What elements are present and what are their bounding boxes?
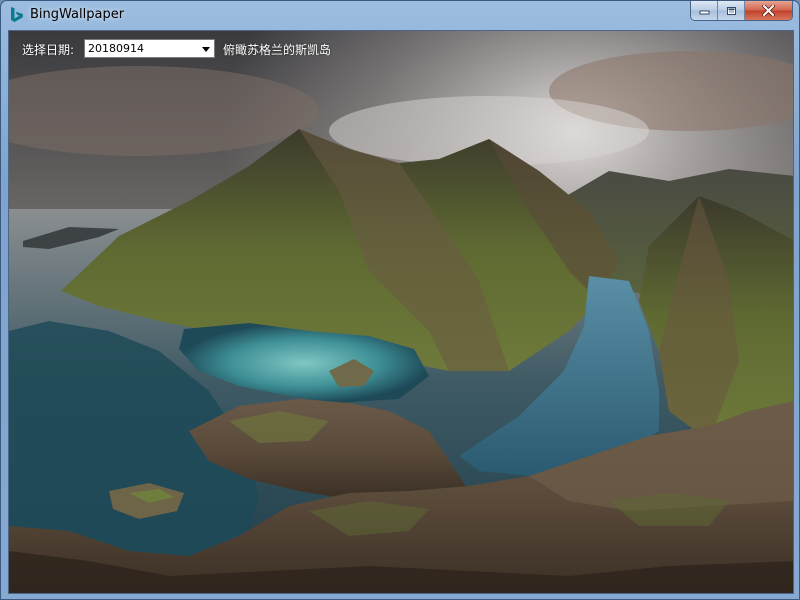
wallpaper-caption: 俯瞰苏格兰的斯凯岛 xyxy=(223,43,332,57)
bing-logo-icon xyxy=(11,7,23,22)
title-bar[interactable]: BingWallpaper xyxy=(1,1,799,29)
minimize-icon xyxy=(699,10,709,15)
chevron-down-icon xyxy=(202,47,210,52)
client-area: 选择日期: 20180914 俯瞰苏格兰的斯凯岛 xyxy=(8,30,794,594)
minimize-button[interactable] xyxy=(691,1,718,20)
date-select[interactable]: 20180914 xyxy=(84,39,215,58)
app-window: BingWallpaper 选择日期: 20180914 俯瞰苏格兰的斯凯岛 xyxy=(0,0,800,600)
date-select-value: 20180914 xyxy=(88,42,144,55)
close-icon xyxy=(762,5,775,16)
wallpaper-image xyxy=(9,31,793,593)
window-controls xyxy=(690,1,793,21)
toolbar: 选择日期: 20180914 俯瞰苏格兰的斯凯岛 xyxy=(9,31,793,67)
close-button[interactable] xyxy=(745,1,792,20)
maximize-icon xyxy=(726,6,736,15)
window-title: BingWallpaper xyxy=(30,7,125,22)
maximize-button[interactable] xyxy=(718,1,745,20)
date-label: 选择日期: xyxy=(22,43,75,57)
